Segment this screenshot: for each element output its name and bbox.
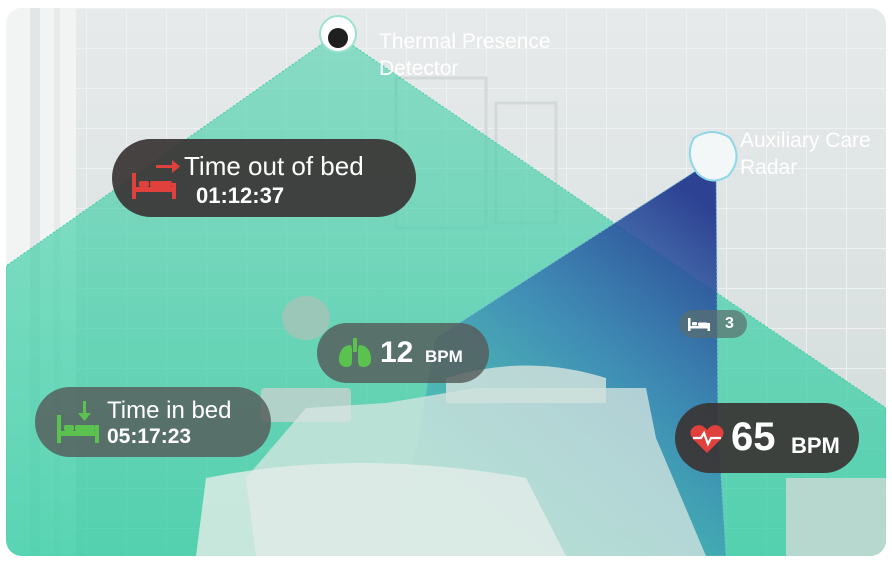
thermal-detector-label: Thermal Presence Detector (379, 28, 551, 82)
thermal-label-line1: Thermal Presence (379, 30, 551, 53)
room-illustration (6, 8, 886, 556)
bed-count-value: 3 (725, 315, 734, 332)
bed-exit-icon (132, 160, 180, 199)
side-table-shape (786, 478, 886, 556)
time-in-bed-card: Time in bed 05:17:23 (35, 387, 271, 457)
radar-device-icon (688, 131, 738, 182)
time-out-of-bed-title: Time out of bed (184, 151, 364, 181)
time-out-of-bed-card: Time out of bed 01:12:37 (112, 139, 416, 217)
time-in-bed-value: 05:17:23 (107, 425, 192, 448)
radar-label-line2: Radar (740, 156, 798, 179)
lungs-icon (338, 338, 372, 367)
respiration-value: 12 (380, 336, 414, 369)
bed-count-chip: 3 (679, 310, 747, 338)
bed-enter-icon (57, 401, 99, 443)
radar-label: Auxiliary Care Radar (740, 127, 871, 181)
respiration-card: 12 BPM (317, 323, 489, 383)
heart-rate-card: 65 BPM (675, 403, 859, 473)
heart-pulse-icon (690, 425, 724, 453)
thermal-label-line2: Detector (379, 57, 459, 80)
blanket-shape (196, 463, 566, 556)
radar-label-line1: Auxiliary Care (740, 129, 871, 152)
thermal-detector-lens (328, 28, 348, 48)
heart-rate-value: 65 (731, 415, 776, 459)
bedroom-scene: Thermal Presence Detector Auxiliary Care… (6, 8, 886, 556)
time-in-bed-title: Time in bed (107, 397, 232, 424)
heart-rate-unit: BPM (791, 433, 840, 458)
time-out-of-bed-value: 01:12:37 (196, 183, 285, 208)
respiration-unit: BPM (425, 347, 463, 366)
bed-icon (688, 318, 710, 331)
